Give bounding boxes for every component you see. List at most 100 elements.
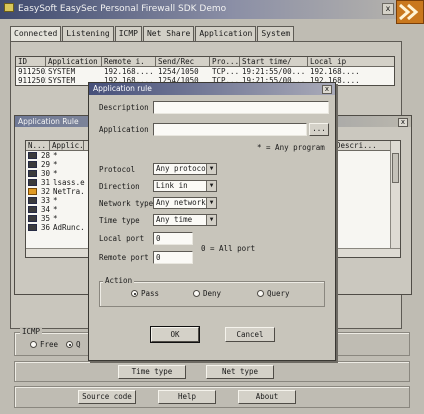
ok-button[interactable]: OK bbox=[150, 326, 200, 343]
local-port-label: Local port bbox=[99, 234, 145, 243]
table-row[interactable]: 9112503 SYSTEM 192.168.... 1254/1050 TCP… bbox=[16, 67, 394, 76]
action-deny-radio[interactable]: Deny bbox=[193, 289, 221, 298]
action-query-radio[interactable]: Query bbox=[257, 289, 290, 298]
col-application[interactable]: Applic... bbox=[50, 141, 84, 150]
rule-number: 31 bbox=[41, 178, 51, 187]
cell: 9112503 bbox=[18, 67, 46, 76]
direction-select[interactable]: Link in ▼ bbox=[153, 180, 217, 192]
cell: 1254/1050 bbox=[158, 67, 199, 76]
connection-table-header: ID Application Remote i. Send/Rec Pro...… bbox=[16, 57, 394, 67]
rule-name: * bbox=[53, 169, 58, 178]
tab-connected[interactable]: Connected bbox=[10, 26, 62, 42]
col-description[interactable]: Descri... bbox=[334, 141, 380, 150]
tab-net-share[interactable]: Net Share bbox=[142, 26, 195, 41]
tab-application[interactable]: Application bbox=[195, 26, 257, 41]
arrow-icon bbox=[28, 188, 37, 195]
col-protocol[interactable]: Pro... bbox=[210, 57, 240, 66]
col-send-rec[interactable]: Send/Rec bbox=[156, 57, 210, 66]
all-port-hint: 0 = All port bbox=[201, 244, 256, 253]
cell: 192.168.... bbox=[310, 67, 360, 76]
app-icon bbox=[28, 206, 37, 213]
action-label: Action bbox=[103, 276, 135, 285]
rule-number: 29 bbox=[41, 160, 51, 169]
chevron-down-icon: ▼ bbox=[206, 164, 216, 174]
protocol-select[interactable]: Any protocol ▼ bbox=[153, 163, 217, 175]
radio-dot bbox=[257, 290, 264, 297]
action-pass-radio[interactable]: Pass bbox=[131, 289, 159, 298]
tab-system[interactable]: System bbox=[257, 26, 295, 41]
remote-port-field[interactable]: 0 bbox=[153, 251, 193, 264]
col-number[interactable]: N... bbox=[26, 141, 50, 150]
application-rule-dialog: Application rule x Description Applicati… bbox=[88, 82, 336, 361]
cell: TCP... bbox=[212, 67, 240, 76]
icmp-q-radio[interactable]: Q bbox=[66, 340, 81, 349]
chevron-down-icon: ▼ bbox=[206, 215, 216, 225]
tab-icmp[interactable]: ICMP bbox=[114, 26, 142, 41]
app-icon bbox=[28, 161, 37, 168]
scroll-thumb[interactable] bbox=[392, 153, 399, 183]
rule-number: 30 bbox=[41, 169, 51, 178]
source-code-button[interactable]: Source code bbox=[78, 390, 136, 404]
rule-number: 35 bbox=[41, 214, 51, 223]
app-icon bbox=[28, 152, 37, 159]
time-type-button[interactable]: Time type bbox=[118, 365, 186, 379]
radio-label: Free bbox=[40, 340, 59, 349]
radio-label: Query bbox=[267, 289, 290, 298]
dialog-title: Application rule bbox=[89, 83, 335, 95]
application-label: Application bbox=[99, 125, 149, 134]
chevron-down-icon: ▼ bbox=[206, 198, 216, 208]
cancel-button[interactable]: Cancel bbox=[225, 327, 275, 342]
cell: 9112505 bbox=[18, 76, 46, 85]
tab-listening[interactable]: Listening bbox=[62, 26, 114, 41]
app-icon bbox=[4, 3, 14, 12]
app-icon bbox=[28, 224, 37, 231]
col-remote-ip[interactable]: Remote i. bbox=[102, 57, 156, 66]
about-button[interactable]: About bbox=[238, 390, 296, 404]
col-local-ip[interactable]: Local ip bbox=[308, 57, 394, 66]
help-button[interactable]: Help bbox=[158, 390, 216, 404]
cell: 19:21:55/00... bbox=[242, 67, 306, 76]
local-port-field[interactable]: 0 bbox=[153, 232, 193, 245]
time-type-value: Any time bbox=[156, 215, 193, 224]
chevron-down-icon: ▼ bbox=[206, 181, 216, 191]
net-type-button[interactable]: Net type bbox=[206, 365, 274, 379]
rule-name: NetTra. bbox=[53, 187, 85, 196]
radio-label: Deny bbox=[203, 289, 222, 298]
time-type-label: Time type bbox=[99, 216, 140, 225]
radio-label: Q bbox=[76, 340, 81, 349]
description-field[interactable] bbox=[153, 101, 329, 114]
arrows-logo-icon bbox=[396, 0, 424, 24]
time-type-select[interactable]: Any time ▼ bbox=[153, 214, 217, 226]
protocol-value: Any protocol bbox=[156, 164, 211, 173]
network-type-select[interactable]: Any network ▼ bbox=[153, 197, 217, 209]
radio-dot bbox=[30, 341, 37, 348]
rule-number: 33 bbox=[41, 196, 51, 205]
browse-button[interactable]: ... bbox=[309, 123, 329, 136]
col-id[interactable]: ID bbox=[16, 57, 46, 66]
vertical-scrollbar[interactable] bbox=[390, 141, 400, 257]
cell: SYSTEM bbox=[48, 67, 76, 76]
protocol-label: Protocol bbox=[99, 165, 136, 174]
application-field[interactable] bbox=[153, 123, 307, 136]
rule-name: AdRunc. bbox=[53, 223, 85, 232]
col-start-time[interactable]: Start time/ bbox=[240, 57, 308, 66]
rule-list-close-button[interactable]: x bbox=[398, 118, 408, 127]
radio-label: Pass bbox=[141, 289, 160, 298]
rule-number: 28 bbox=[41, 151, 51, 160]
icmp-label: ICMP bbox=[20, 327, 43, 336]
app-icon bbox=[28, 197, 37, 204]
dialog-close-button[interactable]: x bbox=[322, 85, 332, 94]
rule-number: 32 bbox=[41, 187, 51, 196]
main-titlebar: EasySoft EasySec Personal Firewall SDK D… bbox=[0, 0, 424, 19]
radio-dot bbox=[193, 290, 200, 297]
remote-port-label: Remote port bbox=[99, 253, 149, 262]
rule-name: * bbox=[53, 214, 58, 223]
rule-name: * bbox=[53, 160, 58, 169]
main-close-button[interactable]: x bbox=[382, 3, 394, 15]
col-application[interactable]: Application bbox=[46, 57, 102, 66]
icmp-free-radio[interactable]: Free bbox=[30, 340, 58, 349]
window-title: EasySoft EasySec Personal Firewall SDK D… bbox=[18, 4, 227, 14]
network-type-value: Any network bbox=[156, 198, 206, 207]
tab-strip: Connected Listening ICMP Net Share Appli… bbox=[10, 26, 295, 42]
rule-number: 36 bbox=[41, 223, 51, 232]
